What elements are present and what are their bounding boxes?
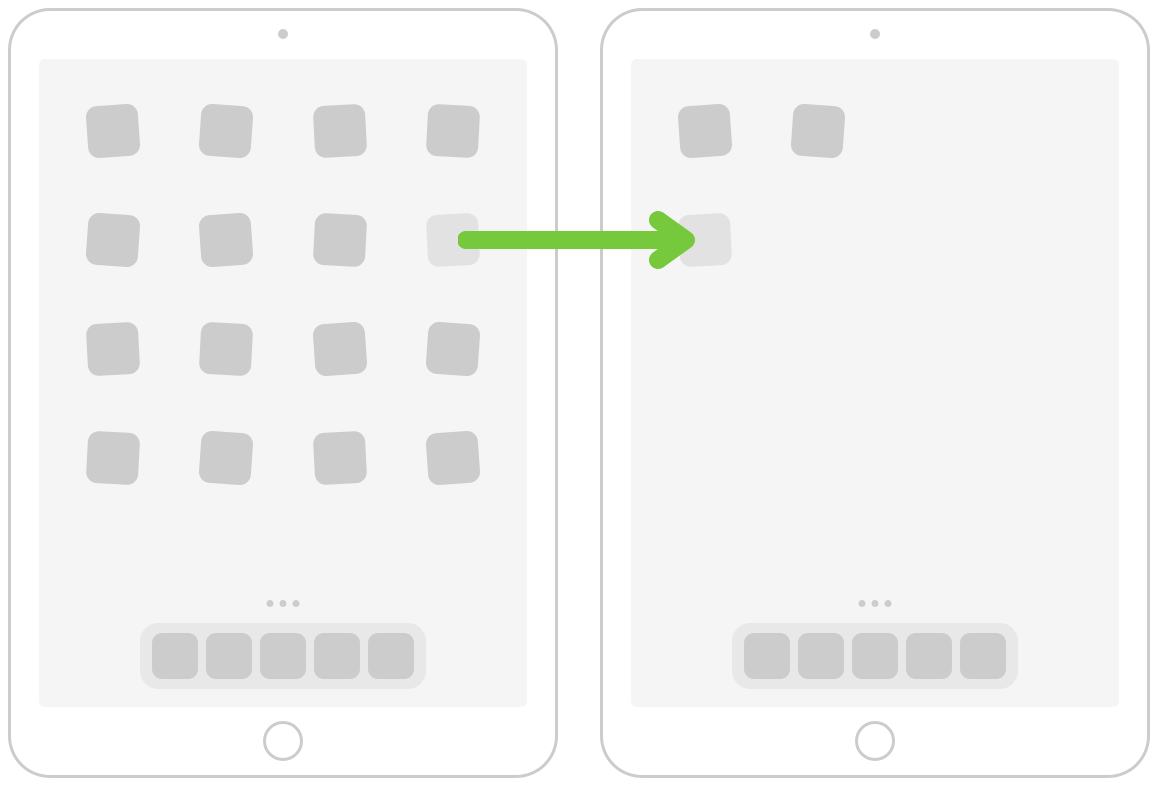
app-icon[interactable] [86, 431, 141, 486]
app-grid [87, 105, 479, 541]
page-indicator[interactable] [267, 600, 300, 607]
dock [140, 623, 426, 689]
app-icon[interactable] [199, 322, 254, 377]
dot-icon [872, 600, 879, 607]
tablet-device-right [600, 8, 1150, 778]
app-icon[interactable] [199, 103, 255, 159]
dot-icon [280, 600, 287, 607]
app-grid [679, 105, 1071, 323]
app-icon[interactable] [425, 321, 481, 377]
tablet-device-left [8, 8, 558, 778]
dock-app-icon[interactable] [368, 633, 414, 679]
app-row [679, 105, 1071, 157]
app-row [679, 214, 1071, 266]
page-indicator[interactable] [859, 600, 892, 607]
dock [732, 623, 1018, 689]
app-icon[interactable] [791, 103, 847, 159]
dock-app-icon[interactable] [960, 633, 1006, 679]
dock-app-icon[interactable] [152, 633, 198, 679]
app-row [87, 105, 479, 157]
dock-app-icon[interactable] [260, 633, 306, 679]
app-icon[interactable] [425, 430, 481, 486]
app-icon[interactable] [312, 104, 367, 159]
dock-app-icon[interactable] [906, 633, 952, 679]
app-row [87, 432, 479, 484]
home-button[interactable] [855, 721, 895, 761]
app-icon[interactable] [199, 212, 255, 268]
home-screen-right [631, 59, 1119, 707]
dock-app-icon[interactable] [798, 633, 844, 679]
dot-icon [293, 600, 300, 607]
app-icon[interactable] [677, 103, 733, 159]
app-icon[interactable] [199, 430, 255, 486]
dock-app-icon[interactable] [852, 633, 898, 679]
dock-app-icon[interactable] [744, 633, 790, 679]
app-icon[interactable] [86, 322, 141, 377]
camera-icon [278, 29, 288, 39]
dot-icon [885, 600, 892, 607]
dot-icon [859, 600, 866, 607]
drag-arrow-icon [458, 210, 698, 270]
app-icon[interactable] [85, 212, 141, 268]
app-icon[interactable] [312, 321, 368, 377]
app-row [87, 214, 479, 266]
home-screen-left [39, 59, 527, 707]
dot-icon [267, 600, 274, 607]
app-row [87, 323, 479, 375]
dock-app-icon[interactable] [314, 633, 360, 679]
camera-icon [870, 29, 880, 39]
app-icon[interactable] [426, 104, 481, 159]
app-icon[interactable] [85, 103, 141, 159]
dock-app-icon[interactable] [206, 633, 252, 679]
home-button[interactable] [263, 721, 303, 761]
app-icon[interactable] [312, 431, 367, 486]
app-icon[interactable] [312, 213, 367, 268]
